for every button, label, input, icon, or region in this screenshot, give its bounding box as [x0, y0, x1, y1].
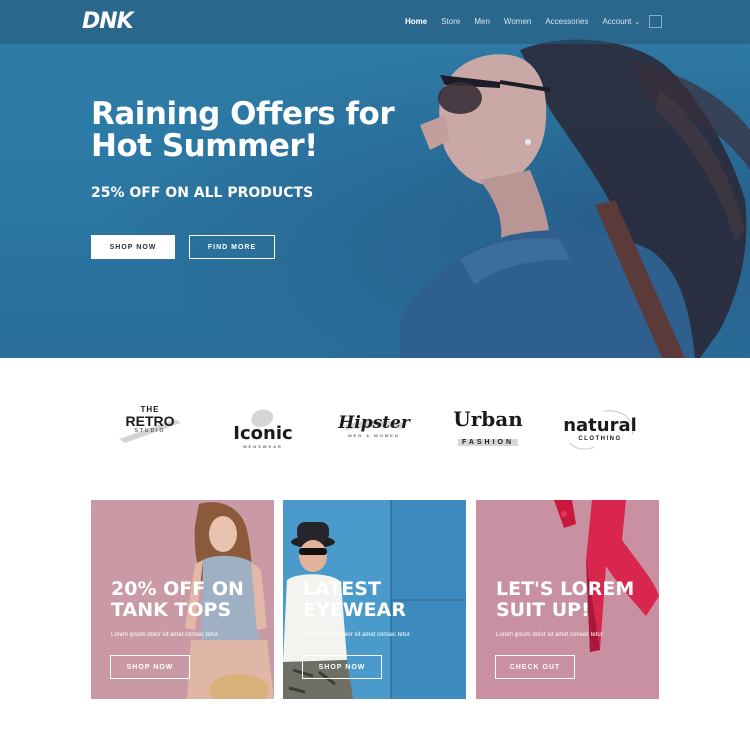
- nav-item-accessories[interactable]: Accessories: [545, 17, 588, 26]
- nav-item-men[interactable]: Men: [474, 17, 490, 26]
- nav-item-home[interactable]: Home: [405, 17, 427, 26]
- brand-name: natural: [563, 415, 637, 436]
- brand-name: Hipster: [338, 413, 410, 433]
- site-logo[interactable]: DNK: [82, 9, 134, 34]
- title-line-2: TANK TOPS: [111, 599, 232, 621]
- hero-subtitle: 25% OFF ON ALL PRODUCTS: [91, 185, 314, 201]
- brand-tagline: CLOTHING: [578, 436, 622, 442]
- shop-now-button[interactable]: SHOP NOW: [91, 235, 175, 259]
- title-line-1: 20% OFF ON: [111, 578, 244, 600]
- promo-card-eyewear[interactable]: LATEST EYEWEAR Lorem ipsum dolor sit ame…: [283, 500, 466, 699]
- promo-card-tank-tops[interactable]: 20% OFF ON TANK TOPS Lorem ipsum dolor s…: [91, 500, 274, 699]
- promo-card-text: Lorem ipsum dolor sit amet consec tetur.: [111, 632, 220, 638]
- shop-now-button[interactable]: SHOP NOW: [302, 655, 382, 679]
- brand-logo-hipster[interactable]: Hipster MEN & WOMEN: [338, 405, 410, 453]
- brand-tagline: MEN & WOMEN: [348, 433, 400, 438]
- check-out-button[interactable]: CHECK OUT: [495, 655, 575, 679]
- chevron-down-icon: ⌄: [634, 19, 641, 26]
- brand-name: RETRO: [125, 413, 175, 429]
- nav-item-women[interactable]: Women: [504, 17, 531, 26]
- top-navigation: DNK Home Store Men Women Accessories Acc…: [0, 0, 750, 44]
- title-line-2: SUIT UP!: [496, 599, 590, 621]
- brand-logo-urban-fashion[interactable]: Urban FASHION: [452, 405, 524, 453]
- hero-model-image: [400, 39, 750, 358]
- promo-card-suit-up[interactable]: LET'S LOREM SUIT UP! Lorem ipsum dolor s…: [476, 500, 659, 699]
- brand-name: Iconic: [233, 423, 293, 444]
- brand-logo-iconic[interactable]: Iconic MENSWEAR: [228, 405, 298, 453]
- promo-card-text: Lorem ipsum dolor sit amet consec tetur.: [496, 632, 605, 638]
- nav-item-account[interactable]: Account ⌄: [602, 17, 640, 26]
- nav-menu: Home Store Men Women Accessories Account…: [405, 17, 654, 26]
- cart-icon[interactable]: [649, 15, 662, 28]
- brand-name: Urban: [453, 407, 523, 431]
- title-line-2: EYEWEAR: [303, 599, 406, 621]
- title-line-1: LATEST: [303, 578, 381, 600]
- brand-tagline: MENSWEAR: [243, 444, 283, 449]
- shop-now-button[interactable]: SHOP NOW: [110, 655, 190, 679]
- nav-item-store[interactable]: Store: [441, 17, 460, 26]
- brand-tagline: FASHION: [457, 439, 519, 446]
- promo-card-title: 20% OFF ON TANK TOPS: [111, 579, 244, 621]
- nav-item-account-label: Account: [602, 17, 632, 26]
- promo-card-text: Lorem ipsum dolor sit amet consec tetur.: [303, 632, 412, 638]
- promo-card-title: LATEST EYEWEAR: [303, 579, 406, 621]
- hero-banner: DNK Home Store Men Women Accessories Acc…: [0, 0, 750, 358]
- find-more-button[interactable]: FIND MORE: [189, 235, 275, 259]
- hero-title: Raining Offers for Hot Summer!: [91, 96, 395, 164]
- brand-logo-retro-studio[interactable]: THE RETRO STUDIO: [115, 405, 185, 453]
- title-line-1: LET'S LOREM: [496, 578, 635, 600]
- brand-logo-natural-clothing[interactable]: natural CLOTHING: [560, 405, 640, 453]
- promo-card-title: LET'S LOREM SUIT UP!: [496, 579, 634, 621]
